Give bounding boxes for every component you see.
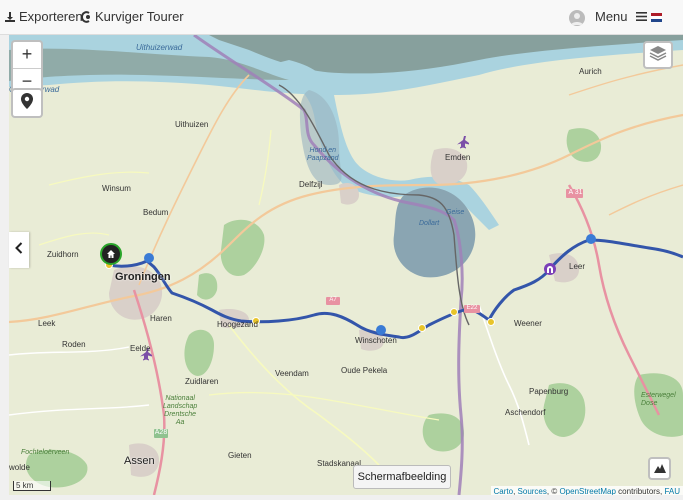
label-weener: Weener [514, 319, 542, 328]
elevation-profile-button[interactable] [648, 457, 671, 480]
layers-button[interactable] [643, 41, 673, 69]
attribution-carto-link[interactable]: Carto [494, 487, 514, 495]
user-avatar[interactable] [569, 10, 585, 26]
label-leek: Leek [38, 319, 56, 328]
left-panel-edge [0, 35, 9, 500]
route-start-home-icon[interactable] [100, 243, 122, 265]
menu-button[interactable]: Menu [595, 9, 647, 24]
label-wolde: wolde [9, 463, 30, 472]
label-dollart: Dollart [419, 220, 440, 227]
top-toolbar: Exporteren Kurviger Tourer Menu [0, 0, 683, 35]
label-zuidlaren: Zuidlaren [185, 377, 219, 386]
chevron-left-icon [15, 241, 23, 259]
mountain-icon [653, 460, 666, 478]
road-shield-a7: A7 [329, 297, 337, 303]
attribution-contributors: contributors, [618, 487, 663, 495]
label-winsum: Winsum [102, 184, 131, 193]
label-eelde: Eelde [130, 344, 151, 353]
label-delfzijl: Delfzijl [299, 180, 323, 189]
label-geise: Geise [446, 209, 465, 216]
label-aurich: Aurich [579, 67, 602, 76]
attribution-fau-link[interactable]: FAU [664, 487, 680, 495]
label-national-park: Nationaal Landschap Drentsche Aa [163, 395, 198, 426]
map-scale: 5 km [13, 481, 51, 491]
layers-icon [649, 45, 667, 66]
language-flag-nl-icon[interactable] [651, 13, 662, 22]
hamburger-icon [635, 12, 647, 21]
label-leer: Leer [569, 262, 586, 271]
kurviger-logo-icon [81, 10, 92, 23]
label-fochteloerveen: Fochteloërveen [21, 449, 70, 456]
label-oude-pekela: Oude Pekela [341, 366, 388, 375]
road-shield-e22: E22 [466, 305, 478, 311]
label-aschendorf: Aschendorf [505, 408, 546, 417]
label-roden: Roden [62, 340, 86, 349]
label-uithuizerwad: Uithuizerwad [136, 43, 183, 52]
map-bottom-edge [9, 495, 683, 500]
brand-label: Kurviger Tourer [95, 9, 184, 24]
screenshot-button[interactable]: Schermafbeelding [353, 465, 451, 489]
label-bedum: Bedum [143, 208, 169, 217]
brand-link[interactable]: Kurviger Tourer [81, 9, 184, 24]
map-pin-icon [21, 92, 33, 114]
road-shield-a28: A28 [154, 429, 168, 436]
attribution-sources-link[interactable]: Sources [518, 487, 547, 495]
road-shield-a31: A 31 [568, 189, 583, 196]
sidebar-toggle-button[interactable] [9, 232, 29, 268]
label-esterwege: Esterwegel Dose [641, 392, 676, 407]
label-hond-paapzand: Hond en Paapzand [307, 147, 339, 162]
label-gieten: Gieten [228, 451, 252, 460]
tunnel-marker-icon [544, 263, 556, 275]
label-haren: Haren [150, 314, 172, 323]
locate-button[interactable] [11, 88, 43, 118]
download-icon [4, 11, 16, 23]
label-uithuizen: Uithuizen [175, 120, 209, 129]
label-groningen: Groningen [115, 271, 171, 283]
label-hoogezand: Hoogezand [217, 320, 258, 329]
export-button[interactable]: Exporteren [4, 9, 83, 24]
label-winschoten: Winschoten [355, 336, 397, 345]
label-papenburg: Papenburg [529, 387, 569, 396]
map-canvas[interactable]: Uithuizerwad Groningerwad Hond en Paapza… [9, 35, 683, 495]
attribution-osm-link[interactable]: OpenStreetMap [559, 487, 615, 495]
label-zuidhorn: Zuidhorn [47, 250, 79, 259]
label-veendam: Veendam [275, 369, 309, 378]
menu-label: Menu [595, 9, 628, 24]
zoom-in-button[interactable]: + [13, 42, 41, 69]
export-label: Exporteren [19, 9, 83, 24]
map-attribution: Carto, Sources, © OpenStreetMap contribu… [490, 486, 683, 495]
label-emden: Emden [445, 153, 471, 162]
label-assen: Assen [124, 455, 155, 467]
